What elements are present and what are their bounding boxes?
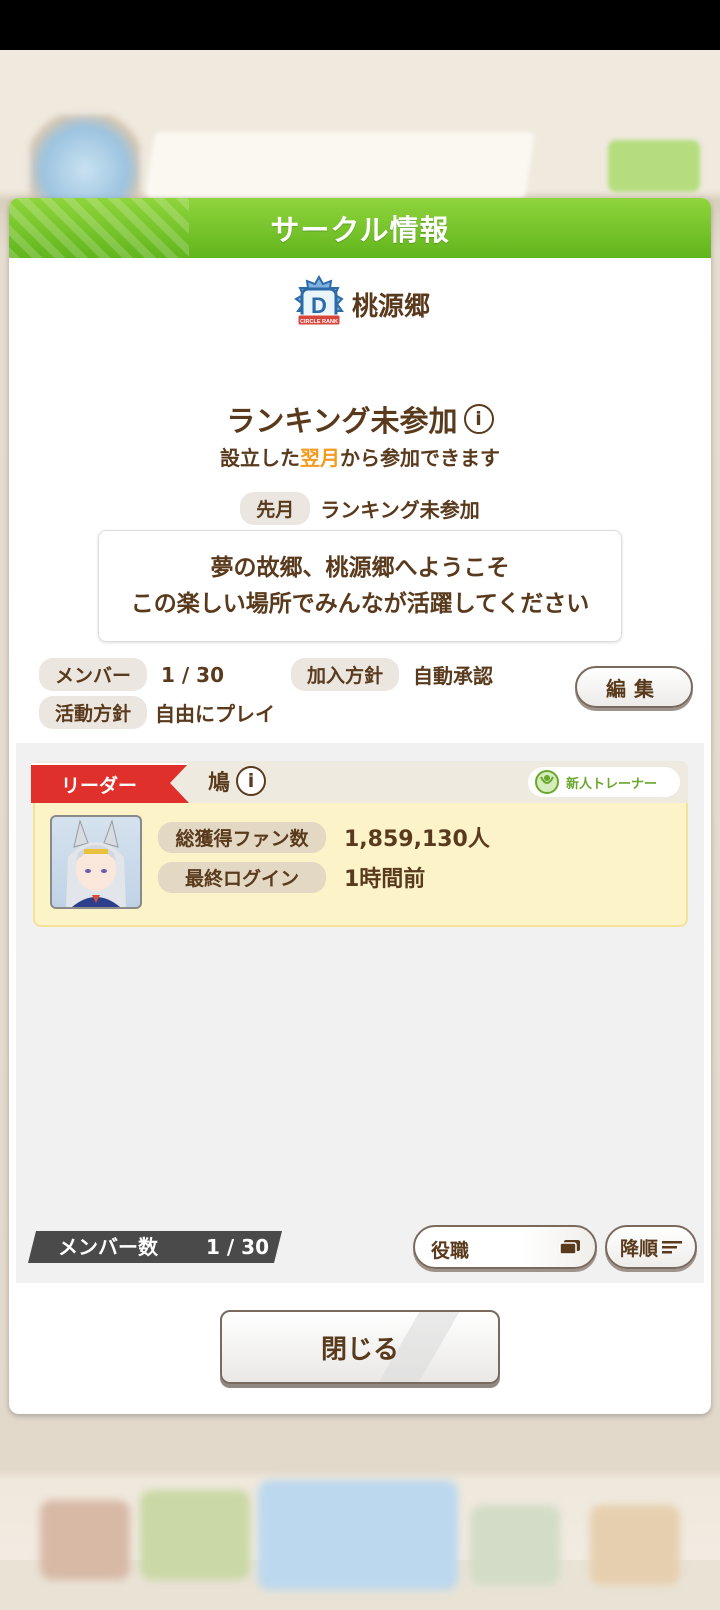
last-month-label: 先月: [240, 492, 311, 525]
card-body: 総獲得ファン数 1,859,130人 最終ログイン 1時間前: [33, 803, 688, 927]
leader-name-row: 鳩 i: [208, 765, 267, 797]
leader-tag-label: リーダー: [60, 775, 137, 797]
laurel-icon: [535, 770, 559, 794]
last-month-value: ランキング未参加: [320, 498, 480, 522]
circle-name-row: D CIRCLE RANK 桃源郷: [9, 273, 711, 335]
last-month-row: 先月 ランキング未参加: [9, 492, 711, 525]
ranking-status-text: ランキング未参加: [226, 404, 458, 438]
sort-lines-icon: [662, 1241, 682, 1254]
activity-label: 活動方針: [39, 696, 148, 729]
members-stat: メンバー 1 / 30: [39, 658, 224, 691]
rank-caption: CIRCLE RANK: [300, 319, 338, 325]
activity-value: 自由にプレイ: [155, 702, 276, 726]
welcome-message-box: 夢の故郷、桃源郷へようこそ この楽しい場所でみんなが活躍してください: [98, 530, 622, 642]
trainer-rank-label: 新人トレーナー: [566, 776, 658, 792]
member-list-area: リーダー 鳩 i 新人トレーナー 総獲得ファン数 1,859,130人 最終ログ…: [16, 743, 704, 1283]
ranking-note-suffix: から参加できます: [340, 446, 500, 470]
welcome-line-2: この楽しい場所でみんなが活躍してください: [130, 591, 590, 617]
ranking-status: ランキング未参加 i: [9, 398, 711, 440]
ranking-note-prefix: 設立した: [220, 446, 300, 470]
welcome-line-1: 夢の故郷、桃源郷へようこそ: [210, 555, 510, 581]
close-button-label: 閉じる: [320, 1334, 399, 1365]
trainer-avatar: [50, 815, 142, 909]
member-info-icon[interactable]: i: [236, 766, 267, 796]
background-circle-name-panel: [145, 132, 535, 198]
circle-name: 桃源郷: [351, 291, 430, 322]
members-value: 1 / 30: [161, 662, 224, 687]
last-login-row: 最終ログイン 1時間前: [158, 861, 425, 893]
ranking-note: 設立した翌月から参加できます: [9, 442, 711, 471]
background-bottom-nav: [0, 1480, 720, 1610]
sort-field-label: 役職: [431, 1240, 470, 1262]
join-policy-label: 加入方針: [291, 658, 400, 691]
members-label: メンバー: [39, 658, 148, 691]
member-count-value: 1 / 30: [206, 1235, 269, 1259]
fans-row: 総獲得ファン数 1,859,130人: [158, 821, 490, 853]
member-count-label: メンバー数: [58, 1235, 158, 1259]
dialog-title: サークル情報: [270, 213, 450, 247]
fans-value: 1,859,130人: [344, 827, 490, 852]
status-bar: [0, 0, 720, 50]
cards-icon: [559, 1240, 580, 1255]
join-policy-stat: 加入方針 自動承認: [291, 658, 493, 691]
dialog-header: サークル情報: [9, 198, 711, 258]
ranking-info-icon[interactable]: i: [463, 404, 494, 434]
sort-field-button[interactable]: 役職: [413, 1225, 597, 1269]
circle-rank-badge-icon: D CIRCLE RANK: [290, 274, 348, 333]
fans-label: 総獲得ファン数: [158, 821, 326, 853]
background-green-button: [608, 140, 700, 192]
circle-info-dialog: サークル情報 D CIRCLE RANK 桃源郷 ランキング未参加 i 設立した…: [9, 198, 711, 1414]
ranking-note-highlight: 翌月: [300, 446, 340, 470]
activity-stat: 活動方針 自由にプレイ: [39, 696, 275, 729]
close-button[interactable]: 閉じる: [220, 1310, 500, 1384]
edit-button[interactable]: 編集: [575, 666, 693, 708]
last-login-value: 1時間前: [344, 867, 426, 892]
trainer-rank-badge: 新人トレーナー: [528, 767, 680, 797]
leader-tag: リーダー: [31, 763, 189, 803]
leader-name: 鳩: [208, 771, 231, 796]
join-policy-value: 自動承認: [413, 664, 494, 688]
rank-letter: D: [311, 293, 327, 318]
sort-order-button[interactable]: 降順: [605, 1225, 697, 1269]
sort-order-label: 降順: [619, 1237, 658, 1260]
leader-member-card[interactable]: リーダー 鳩 i 新人トレーナー 総獲得ファン数 1,859,130人 最終ログ…: [31, 761, 688, 927]
last-login-label: 最終ログイン: [158, 861, 326, 893]
